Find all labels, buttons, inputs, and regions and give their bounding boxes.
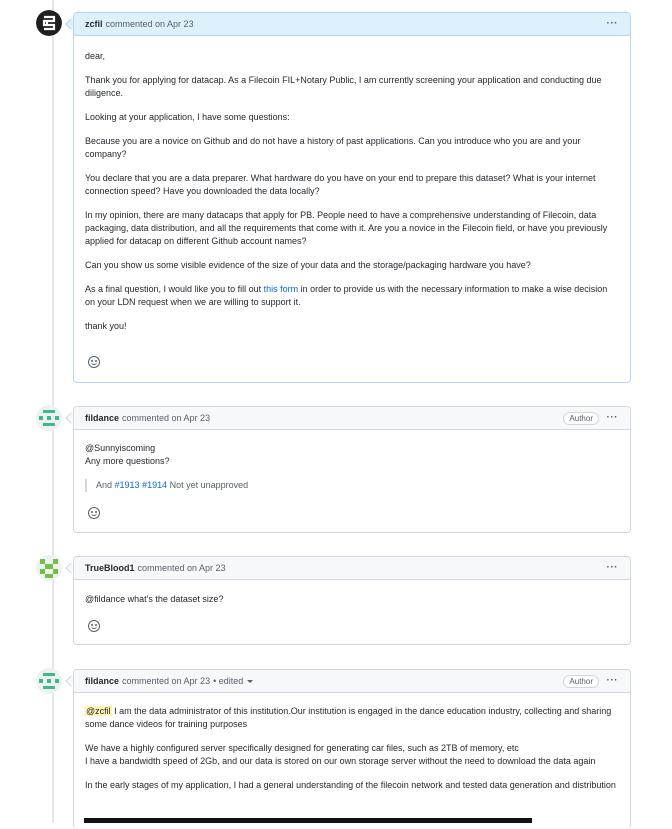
comment-options-button[interactable]: ··· [607, 675, 619, 686]
paragraph: Looking at your application, I have some… [85, 112, 290, 122]
mention-link[interactable]: @zcfil [85, 706, 112, 716]
comment-fildance-1: fildance commented on Apr 23 Author ··· … [73, 406, 631, 533]
chevron-down-icon [247, 680, 254, 684]
form-link[interactable]: this form [264, 284, 299, 294]
comment-author[interactable]: zcfil [85, 19, 103, 29]
comment-timestamp[interactable]: commented on Apr 23 [122, 676, 210, 686]
paragraph: We have a highly configured server speci… [85, 743, 519, 753]
text: As a final question, I would like you to… [85, 284, 264, 294]
add-reaction-icon[interactable] [88, 356, 100, 368]
identicon-icon [36, 405, 62, 431]
comment-author[interactable]: fildance [85, 676, 119, 686]
comment-trueblood1: TrueBlood1 commented on Apr 23 ··· @fild… [73, 556, 631, 645]
avatar-fildance[interactable] [36, 668, 62, 694]
avatar-trueblood1[interactable] [36, 555, 62, 581]
paragraph: Because you are a novice on Github and d… [85, 136, 581, 159]
comment-author[interactable]: TrueBlood1 [85, 563, 135, 573]
paragraph: I have a bandwidth speed of 2Gb, and our… [85, 756, 596, 766]
mention-link[interactable]: @Sunnyiscoming [85, 442, 619, 455]
comment-zcfil: zcfil commented on Apr 23 ··· dear, Than… [73, 12, 631, 383]
paragraph: In my opinion, there are many datacaps t… [85, 210, 608, 246]
comment-timestamp[interactable]: commented on Apr 23 [106, 19, 194, 29]
paragraph: @zcfil I am the data administrator of th… [85, 705, 619, 731]
paragraph: thank you! [85, 321, 127, 331]
text: And [96, 480, 113, 490]
avatar-fildance[interactable] [36, 405, 62, 431]
paragraph: Any more questions? [85, 456, 170, 466]
comment-options-button[interactable]: ··· [607, 412, 619, 423]
edited-menu[interactable]: • edited [213, 676, 254, 686]
comment-timestamp[interactable]: commented on Apr 23 [122, 413, 210, 423]
paragraph: You declare that you are a data preparer… [85, 173, 596, 196]
comment-author[interactable]: fildance [85, 413, 119, 423]
add-reaction-icon[interactable] [88, 620, 100, 632]
text: what's the dataset size? [125, 594, 224, 604]
paragraph: As a final question, I would like you to… [85, 283, 619, 309]
mention-link[interactable]: @fildance [85, 594, 125, 604]
comment-body: @zcfil I am the data administrator of th… [74, 705, 630, 792]
comment-header: fildance commented on Apr 23 Author ··· [74, 407, 630, 430]
paragraph: Thank you for applying for datacap. As a… [85, 75, 602, 98]
comment-fildance-2: fildance commented on Apr 23 • edited Au… [73, 669, 631, 829]
comment-header: fildance commented on Apr 23 • edited Au… [74, 670, 630, 693]
identicon-icon [36, 668, 62, 694]
comment-body: @fildance what's the dataset size? [74, 593, 630, 606]
zcfil-logo-icon [36, 10, 62, 36]
comment-header: TrueBlood1 commented on Apr 23 ··· [74, 557, 630, 580]
paragraph: dear, [85, 51, 106, 61]
comment-body: dear, Thank you for applying for datacap… [74, 50, 630, 333]
text: I am the data administrator of this inst… [85, 706, 612, 729]
identicon-icon [36, 555, 62, 581]
text: Not yet unapproved [169, 480, 249, 490]
avatar-zcfil[interactable] [36, 10, 62, 36]
comment-options-button[interactable]: ··· [607, 562, 619, 573]
issue-link-1913[interactable]: #1913 [115, 480, 140, 490]
comment-header: zcfil commented on Apr 23 ··· [74, 13, 630, 36]
paragraph: @fildance what's the dataset size? [85, 593, 619, 606]
edited-label: • edited [213, 676, 244, 686]
paragraph: In the early stages of my application, I… [85, 780, 616, 790]
author-badge: Author [563, 412, 599, 425]
embedded-image [84, 818, 532, 823]
comment-timestamp[interactable]: commented on Apr 23 [138, 563, 226, 573]
blockquote: And #1913 #1914 Not yet unapproved [85, 479, 619, 492]
author-badge: Author [563, 675, 599, 688]
comment-options-button[interactable]: ··· [607, 18, 619, 29]
issue-link-1914[interactable]: #1914 [142, 480, 167, 490]
paragraph: Can you show us some visible evidence of… [85, 260, 531, 270]
add-reaction-icon[interactable] [88, 507, 100, 519]
comment-body: @Sunnyiscoming Any more questions? And #… [74, 442, 630, 492]
